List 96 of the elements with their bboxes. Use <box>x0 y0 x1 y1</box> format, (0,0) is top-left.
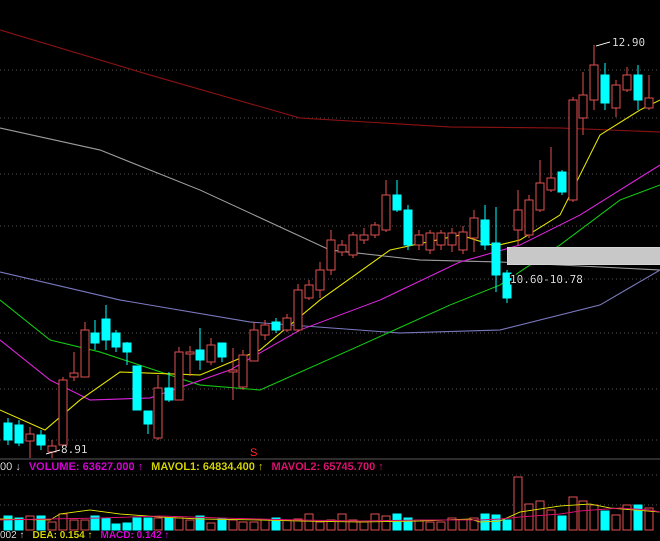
volume-bar <box>536 500 544 530</box>
candlestick <box>348 232 358 258</box>
candlestick <box>634 64 642 110</box>
candlestick <box>514 190 522 246</box>
volume-bar <box>568 496 578 530</box>
candlestick <box>470 210 478 252</box>
volume-bar <box>600 510 610 530</box>
candlestick <box>272 318 280 334</box>
indicator-value: MAVOL2: 65745.700 ↑ <box>271 460 384 474</box>
volume-bar <box>154 518 162 530</box>
low-price-label: 8.91 <box>61 443 88 456</box>
volume-bar <box>164 518 174 530</box>
volume-bar <box>622 504 632 530</box>
indicator-value: MAVOL1: 64834.400 ↑ <box>151 460 264 474</box>
volume-bar <box>612 514 620 530</box>
candlestick <box>404 204 412 250</box>
volume-bar <box>90 516 100 530</box>
candlestick <box>426 230 434 254</box>
volume-bar <box>426 522 434 530</box>
volume-bar <box>186 520 194 530</box>
signal-marker: S <box>250 447 258 458</box>
candlestick <box>260 320 270 340</box>
candlestick <box>218 342 226 362</box>
volume-bar <box>250 522 258 530</box>
volume-bar <box>228 520 238 530</box>
volume-bar <box>218 518 226 530</box>
candlestick <box>536 160 544 212</box>
candlestick <box>26 426 34 458</box>
volume-bar <box>458 520 468 530</box>
candlestick <box>338 240 346 256</box>
volume-bar <box>260 520 270 530</box>
indicator-value: 002 ↑ <box>0 531 24 541</box>
candlestick <box>36 430 46 450</box>
volume-bar <box>14 518 24 530</box>
volume-bar <box>514 476 522 530</box>
candlestick <box>448 228 456 252</box>
candlestick <box>392 180 402 212</box>
indicator-value: VOLUME: 63627.000 ↑ <box>28 460 144 474</box>
volume-bar <box>26 516 34 530</box>
candlestick <box>304 280 314 300</box>
candlestick <box>590 44 598 110</box>
volume-bar <box>206 522 216 530</box>
volume-bar <box>80 520 90 530</box>
candlestick <box>294 284 302 332</box>
volume-bar <box>48 522 56 530</box>
indicator-value: 00 ↓ <box>0 460 21 474</box>
candlestick <box>228 348 238 400</box>
volume-bar <box>282 520 292 530</box>
candlestick <box>458 226 468 254</box>
volume-bar <box>634 504 642 530</box>
volume-bar <box>436 522 446 530</box>
candlestick <box>370 222 380 238</box>
candlestick <box>282 314 292 332</box>
candlestick <box>250 322 258 362</box>
volume-bar <box>644 508 654 530</box>
candlestick <box>206 338 216 366</box>
candlestick <box>600 62 610 110</box>
candlestick <box>436 230 446 250</box>
volume-bar <box>578 500 588 530</box>
candlestick <box>186 346 194 376</box>
candlestick <box>644 74 654 110</box>
candlestick <box>414 230 424 250</box>
candlestick <box>546 146 556 192</box>
leader-line <box>596 42 610 46</box>
volume-bar <box>360 522 368 530</box>
candlestick <box>196 328 204 370</box>
candlestick <box>382 180 390 232</box>
candlestick <box>558 170 566 196</box>
candlestick <box>4 418 12 446</box>
volume-bar <box>58 514 68 530</box>
candlestick <box>360 228 368 244</box>
volume-bar <box>238 522 248 530</box>
candlestick <box>238 350 248 390</box>
indicator-value: MACD: 0.142 ↑ <box>100 531 170 541</box>
volume-bar <box>558 516 566 530</box>
volume-bar <box>546 510 556 530</box>
candlestick <box>524 194 534 238</box>
candlestick <box>70 352 78 382</box>
volume-bar <box>144 518 152 530</box>
candlestick <box>480 204 490 250</box>
leader-line <box>46 450 60 454</box>
candlestick <box>326 230 336 276</box>
candlestick <box>622 66 632 92</box>
volume-bar <box>524 504 534 530</box>
candlestick <box>14 420 24 446</box>
volume-bar <box>502 520 512 530</box>
candlestick <box>502 270 512 304</box>
candlestick <box>316 262 324 298</box>
volume-bar <box>316 522 324 530</box>
indicator-value: DEA: 0.154 ↑ <box>32 531 92 541</box>
volume-bar <box>70 520 78 530</box>
candlestick <box>612 80 620 118</box>
volume-bar <box>590 504 598 530</box>
candlestick <box>48 440 56 458</box>
high-price-label: 12.90 <box>612 36 646 49</box>
volume-bar <box>174 518 184 530</box>
